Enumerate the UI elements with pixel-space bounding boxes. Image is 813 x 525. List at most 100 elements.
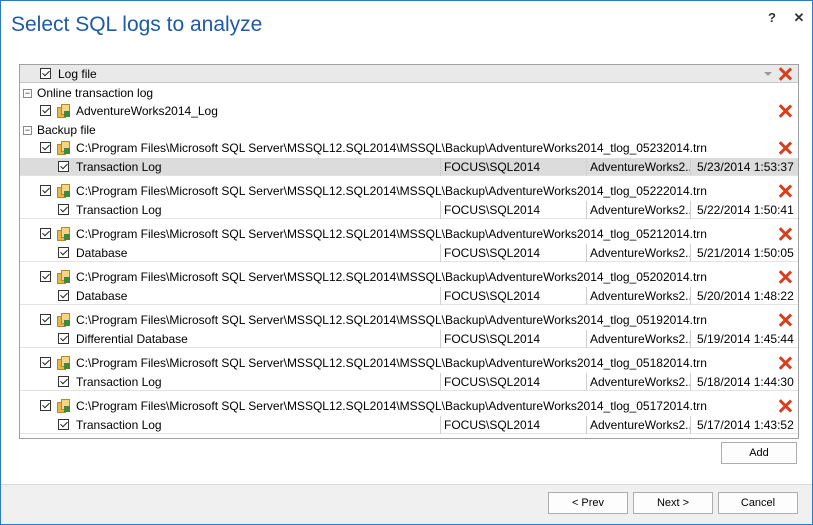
grid-header: Log file — [20, 65, 798, 83]
select-all-checkbox[interactable] — [40, 68, 51, 79]
online-log-row[interactable]: AdventureWorks2014_Log — [20, 102, 798, 120]
backup-date: 5/23/2014 1:53:37 PM — [690, 158, 798, 176]
backup-detail-checkbox[interactable] — [58, 161, 69, 172]
backup-file-checkbox[interactable] — [40, 314, 51, 325]
backup-type: Differential Database — [76, 332, 188, 346]
backup-type: Transaction Log — [76, 418, 162, 432]
backup-server: FOCUS\SQL2014 — [440, 244, 586, 262]
backup-date: 5/18/2014 1:44:30 PM — [690, 373, 798, 391]
remove-all-icon[interactable] — [778, 67, 792, 81]
remove-backup-icon[interactable] — [778, 313, 792, 327]
dialog-title: Select SQL logs to analyze — [11, 13, 263, 36]
backup-file-checkbox[interactable] — [40, 142, 51, 153]
backup-file-icon — [57, 141, 71, 155]
backup-server: FOCUS\SQL2014 — [440, 416, 586, 434]
cancel-button[interactable]: Cancel — [718, 492, 798, 514]
backup-database: AdventureWorks2... — [586, 287, 690, 305]
backup-type: Database — [76, 289, 128, 303]
remove-backup-icon[interactable] — [778, 184, 792, 198]
backup-server: FOCUS\SQL2014 — [440, 287, 586, 305]
backup-server: FOCUS\SQL2014 — [440, 201, 586, 219]
backup-detail-row[interactable]: Transaction Log FOCUS\SQL2014 AdventureWor… — [20, 158, 798, 176]
backup-database: AdventureWorks2... — [586, 158, 690, 176]
backup-file-row[interactable]: C:\Program Files\Microsoft SQL Server\MS… — [20, 311, 798, 329]
group-backup-label: Backup file — [37, 123, 96, 137]
backup-database: AdventureWorks2... — [586, 244, 690, 262]
backup-type: Transaction Log — [76, 375, 162, 389]
backup-file-path: C:\Program Files\Microsoft SQL Server\MS… — [76, 227, 707, 241]
backup-file-row[interactable]: C:\Program Files\Microsoft SQL Server\MS… — [20, 225, 798, 243]
backup-detail-row[interactable]: Database FOCUS\SQL2014 AdventureWorks2... 5… — [20, 287, 798, 305]
backup-file-icon — [57, 399, 71, 413]
backup-type: Database — [76, 246, 128, 260]
backup-file-checkbox[interactable] — [40, 357, 51, 368]
remove-online-log-icon[interactable] — [778, 104, 792, 118]
backup-detail-checkbox[interactable] — [58, 333, 69, 344]
backup-file-row[interactable]: C:\Program Files\Microsoft SQL Server\MS… — [20, 354, 798, 372]
backup-detail-row[interactable]: Transaction Log FOCUS\SQL2014 AdventureWor… — [20, 416, 798, 434]
backup-file-path: C:\Program Files\Microsoft SQL Server\MS… — [76, 270, 707, 284]
remove-backup-icon[interactable] — [778, 141, 792, 155]
prev-button[interactable]: < Prev — [548, 492, 628, 514]
group-online: − Online transaction log — [20, 84, 798, 102]
backup-server: FOCUS\SQL2014 — [440, 373, 586, 391]
backup-detail-row[interactable]: Transaction Log FOCUS\SQL2014 AdventureWor… — [20, 201, 798, 219]
collapse-backup-icon[interactable]: − — [23, 126, 32, 135]
backup-detail-row[interactable]: Differential Database FOCUS\SQL2014 Advent… — [20, 330, 798, 348]
backup-file-checkbox[interactable] — [40, 185, 51, 196]
backup-file-path: C:\Program Files\Microsoft SQL Server\MS… — [76, 356, 707, 370]
backup-date: 5/21/2014 1:50:05 PM — [690, 244, 798, 262]
group-online-label: Online transaction log — [37, 86, 154, 100]
close-button[interactable]: ✕ — [790, 9, 808, 27]
online-log-label: AdventureWorks2014_Log — [76, 104, 218, 118]
backup-file-icon — [57, 227, 71, 241]
backup-server: FOCUS\SQL2014 — [440, 330, 586, 348]
backup-file-icon — [57, 313, 71, 327]
group-backup: − Backup file — [20, 121, 798, 139]
backup-type: Transaction Log — [76, 160, 162, 174]
online-log-checkbox[interactable] — [40, 105, 51, 116]
backup-file-path: C:\Program Files\Microsoft SQL Server\MS… — [76, 399, 707, 413]
header-dropdown-icon[interactable] — [764, 72, 772, 76]
backup-file-row[interactable]: C:\Program Files\Microsoft SQL Server\MS… — [20, 268, 798, 286]
backup-file-row[interactable]: C:\Program Files\Microsoft SQL Server\MS… — [20, 139, 798, 157]
backup-file-checkbox[interactable] — [40, 400, 51, 411]
backup-detail-row[interactable]: Transaction Log FOCUS\SQL2014 AdventureWor… — [20, 373, 798, 391]
backup-date: 5/17/2014 1:43:52 PM — [690, 416, 798, 434]
log-file-icon — [57, 104, 71, 118]
remove-backup-icon[interactable] — [778, 399, 792, 413]
backup-file-path: C:\Program Files\Microsoft SQL Server\MS… — [76, 141, 707, 155]
help-button[interactable]: ? — [763, 9, 781, 27]
backup-database: AdventureWorks2... — [586, 201, 690, 219]
backup-detail-checkbox[interactable] — [58, 290, 69, 301]
backup-file-path: C:\Program Files\Microsoft SQL Server\MS… — [76, 184, 707, 198]
log-file-grid: Log file − Online transaction log Advent… — [19, 64, 799, 439]
backup-file-icon — [57, 184, 71, 198]
backup-detail-checkbox[interactable] — [58, 247, 69, 258]
next-button[interactable]: Next > — [633, 492, 713, 514]
remove-backup-icon[interactable] — [778, 356, 792, 370]
add-button[interactable]: Add — [721, 442, 797, 464]
backup-server: FOCUS\SQL2014 — [440, 158, 586, 176]
backup-database: AdventureWorks2... — [586, 416, 690, 434]
backup-detail-checkbox[interactable] — [58, 376, 69, 387]
backup-type: Transaction Log — [76, 203, 162, 217]
remove-backup-icon[interactable] — [778, 270, 792, 284]
backup-file-row[interactable]: C:\Program Files\Microsoft SQL Server\MS… — [20, 182, 798, 200]
backup-detail-checkbox[interactable] — [58, 419, 69, 430]
backup-file-row[interactable]: C:\Program Files\Microsoft SQL Server\MS… — [20, 397, 798, 415]
column-header-log-file: Log file — [58, 67, 97, 81]
backup-file-checkbox[interactable] — [40, 271, 51, 282]
backup-detail-checkbox[interactable] — [58, 204, 69, 215]
remove-backup-icon[interactable] — [778, 227, 792, 241]
backup-detail-row[interactable]: Database FOCUS\SQL2014 AdventureWorks2... 5… — [20, 244, 798, 262]
backup-file-icon — [57, 270, 71, 284]
backup-file-checkbox[interactable] — [40, 228, 51, 239]
dialog-window: Select SQL logs to analyze ? ✕ Log file … — [0, 0, 813, 525]
backup-date: 5/19/2014 1:45:44 PM — [690, 330, 798, 348]
backup-database: AdventureWorks2... — [586, 373, 690, 391]
backup-database: AdventureWorks2... — [586, 330, 690, 348]
collapse-online-icon[interactable]: − — [23, 89, 32, 98]
backup-file-icon — [57, 356, 71, 370]
backup-file-path: C:\Program Files\Microsoft SQL Server\MS… — [76, 313, 707, 327]
